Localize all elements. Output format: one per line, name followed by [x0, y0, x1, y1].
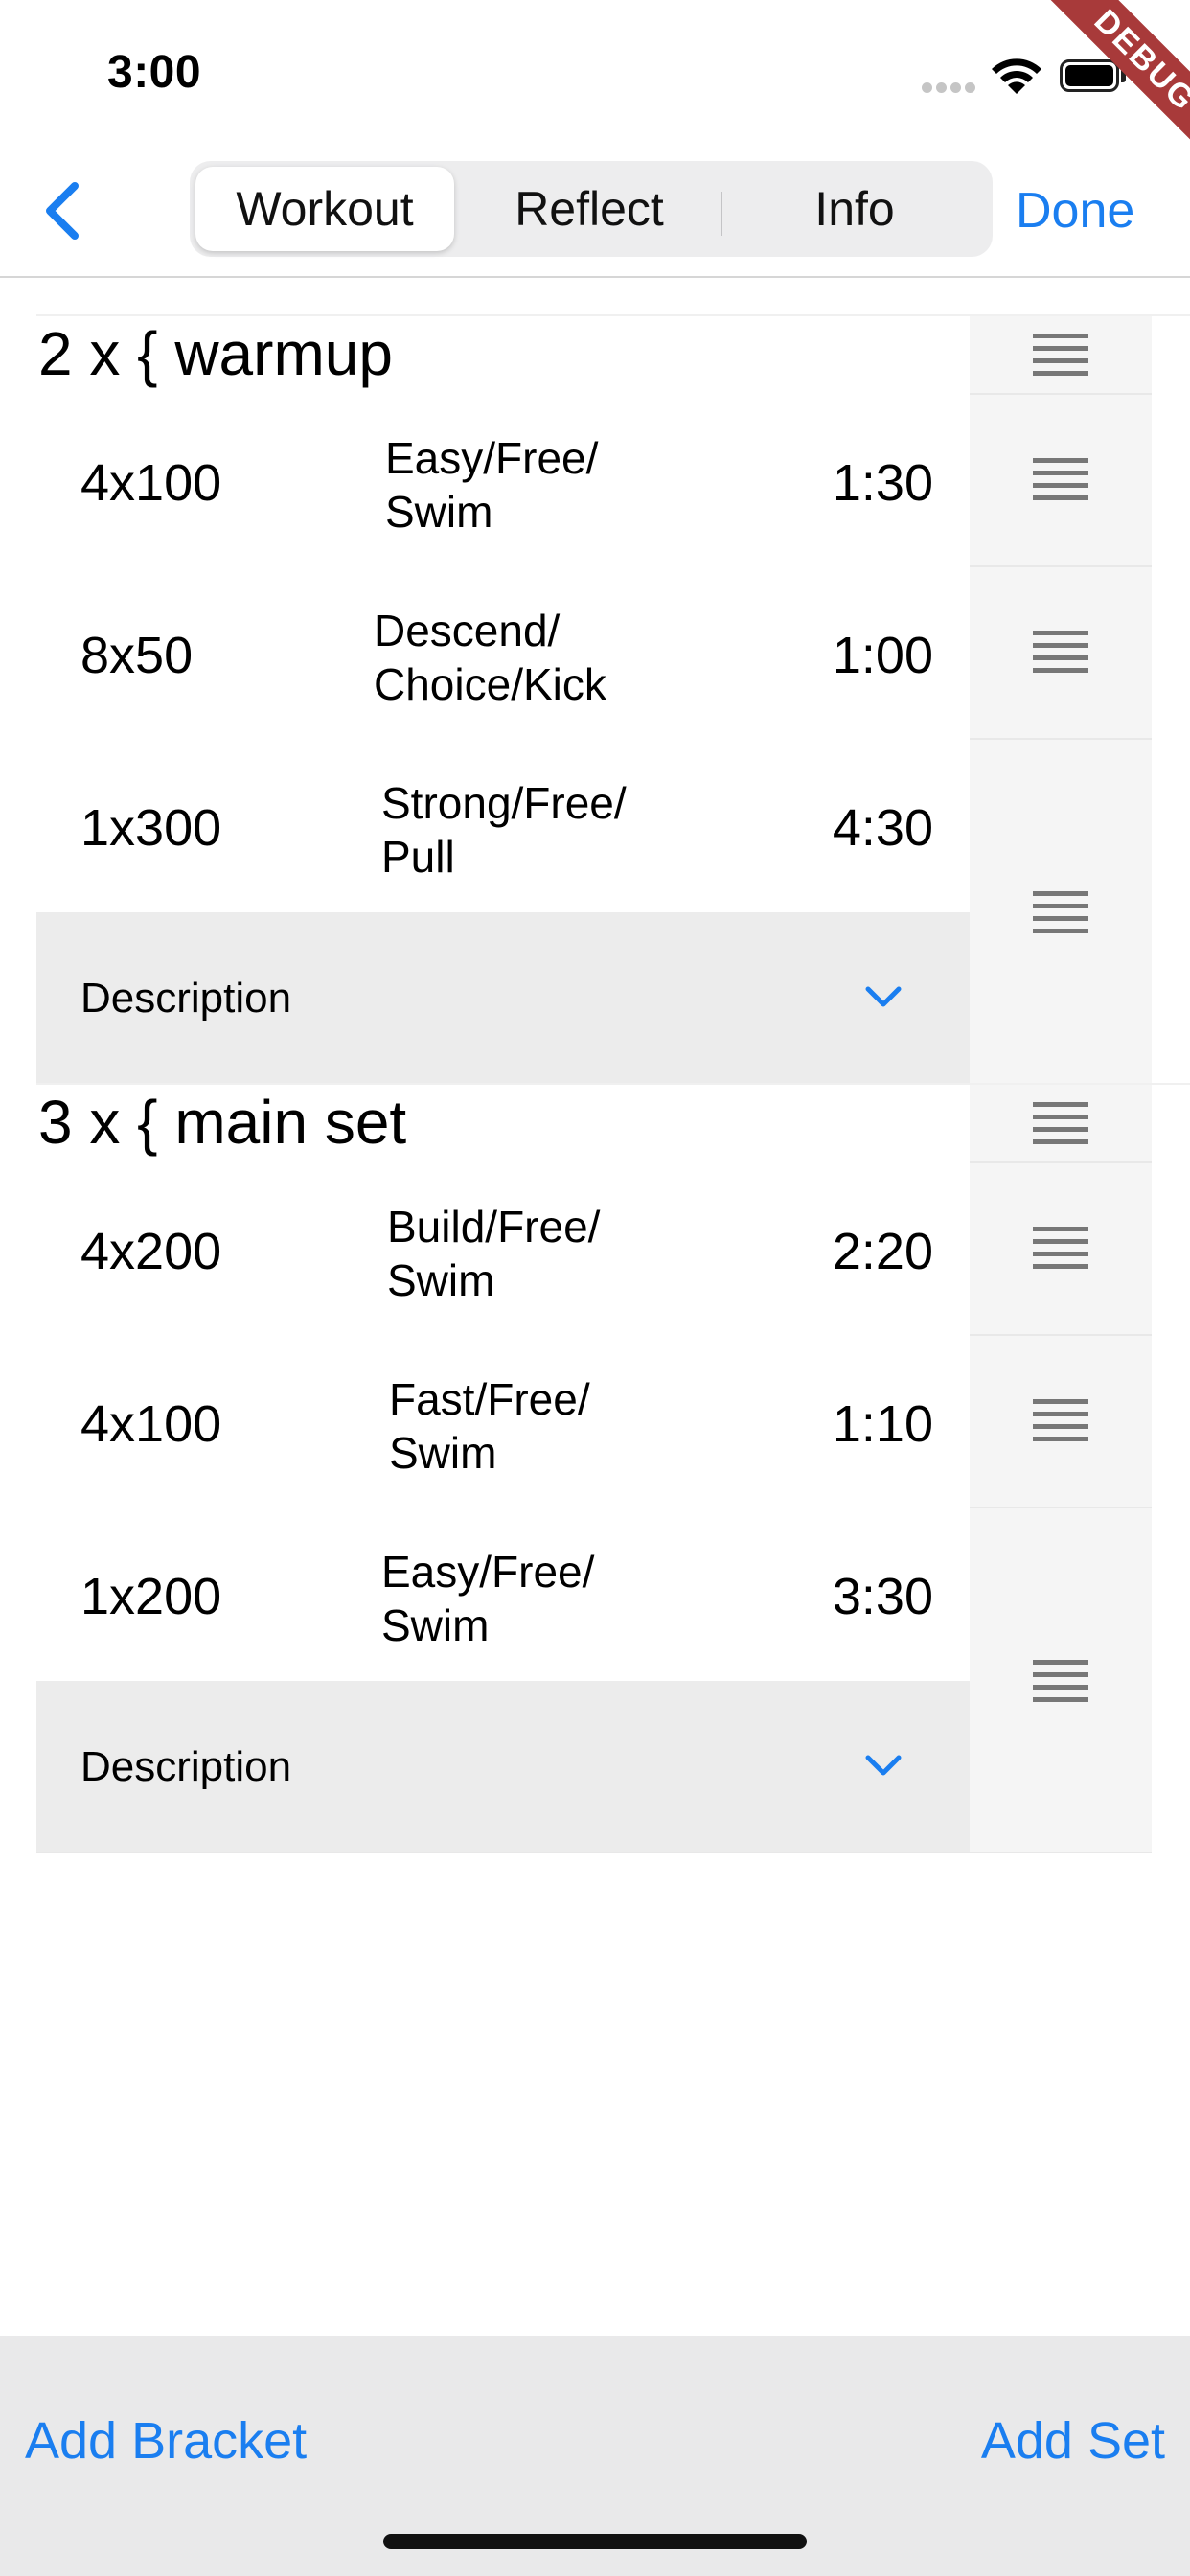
bracket-title: 3 x { main set — [38, 1088, 407, 1157]
wifi-icon — [992, 58, 1041, 94]
bracket-title: 2 x { warmup — [38, 319, 393, 388]
drag-handle-icon[interactable] — [1033, 1102, 1088, 1144]
set-description: Easy/Free/ Swim — [385, 433, 599, 537]
set-interval: 1:10 — [832, 1395, 933, 1453]
done-button[interactable]: Done — [1016, 172, 1134, 249]
drag-handle-icon[interactable] — [1033, 891, 1088, 933]
home-indicator[interactable] — [383, 2534, 807, 2549]
set-description: Easy/Free/ Swim — [381, 1547, 595, 1650]
bracket-warmup: 2 x { warmup 4x100 Easy/Free/ Swim 1:30 … — [36, 314, 1190, 1085]
add-set-button[interactable]: Add Set — [981, 2407, 1165, 2474]
bracket-header: 2 x { warmup — [36, 314, 1190, 395]
drag-handle-icon[interactable] — [1033, 631, 1088, 673]
bracket-header: 3 x { main set — [36, 1083, 1190, 1163]
set-reps: 4x200 — [80, 1223, 222, 1280]
status-time: 3:00 — [107, 47, 202, 98]
set-interval: 4:30 — [832, 799, 933, 857]
tab-reflect[interactable]: Reflect — [460, 161, 719, 257]
set-reps: 8x50 — [80, 627, 194, 684]
cellular-signal-icon — [922, 82, 977, 96]
set-interval: 3:30 — [832, 1568, 933, 1625]
set-description: Strong/Free/ Pull — [381, 778, 627, 882]
description-label: Description — [80, 975, 292, 1022]
set-reps: 4x100 — [80, 454, 222, 512]
drag-handle-icon[interactable] — [1033, 458, 1088, 500]
set-interval: 2:20 — [832, 1223, 933, 1280]
navigation-bar: Workout Reflect Info Done — [0, 144, 1190, 278]
chevron-down-icon[interactable] — [862, 1746, 904, 1784]
set-reps: 4x100 — [80, 1395, 222, 1453]
set-reps: 1x300 — [80, 799, 222, 857]
set-interval: 1:00 — [832, 627, 933, 684]
segmented-control: Workout Reflect Info — [190, 161, 993, 257]
set-row[interactable]: 8x50 Descend/ Choice/Kick 1:00 — [36, 567, 1190, 740]
description-dropdown[interactable]: Description — [36, 1681, 970, 1852]
drag-handle-icon[interactable] — [1033, 334, 1088, 376]
drag-handle-icon[interactable] — [1033, 1227, 1088, 1269]
set-row[interactable]: 1x200 Easy/Free/ Swim 3:30 — [36, 1508, 1190, 1702]
set-reps: 1x200 — [80, 1568, 222, 1625]
set-row[interactable]: 4x100 Fast/Free/ Swim 1:10 — [36, 1336, 1190, 1508]
set-description: Build/Free/ Swim — [387, 1202, 601, 1305]
tab-info[interactable]: Info — [722, 161, 987, 257]
set-description: Fast/Free/ Swim — [389, 1374, 590, 1478]
description-dropdown[interactable]: Description — [36, 912, 970, 1083]
back-chevron-icon[interactable] — [29, 172, 96, 249]
status-bar: 3:00 — [0, 0, 1190, 144]
add-bracket-button[interactable]: Add Bracket — [25, 2407, 307, 2474]
drag-handle-icon[interactable] — [1033, 1660, 1088, 1702]
set-description: Descend/ Choice/Kick — [374, 606, 606, 709]
set-interval: 1:30 — [832, 454, 933, 512]
bracket-main-set: 3 x { main set 4x200 Build/Free/ Swim 2:… — [36, 1083, 1190, 1853]
set-row[interactable]: 4x200 Build/Free/ Swim 2:20 — [36, 1163, 1190, 1336]
battery-icon — [1060, 59, 1119, 92]
drag-handle-icon[interactable] — [1033, 1399, 1088, 1441]
set-row[interactable]: 1x300 Strong/Free/ Pull 4:30 — [36, 740, 1190, 933]
chevron-down-icon[interactable] — [862, 978, 904, 1016]
description-label: Description — [80, 1743, 292, 1790]
workout-list: 2 x { warmup 4x100 Easy/Free/ Swim 1:30 … — [0, 314, 1190, 1853]
set-row[interactable]: 4x100 Easy/Free/ Swim 1:30 — [36, 395, 1190, 567]
tab-workout[interactable]: Workout — [195, 167, 454, 251]
